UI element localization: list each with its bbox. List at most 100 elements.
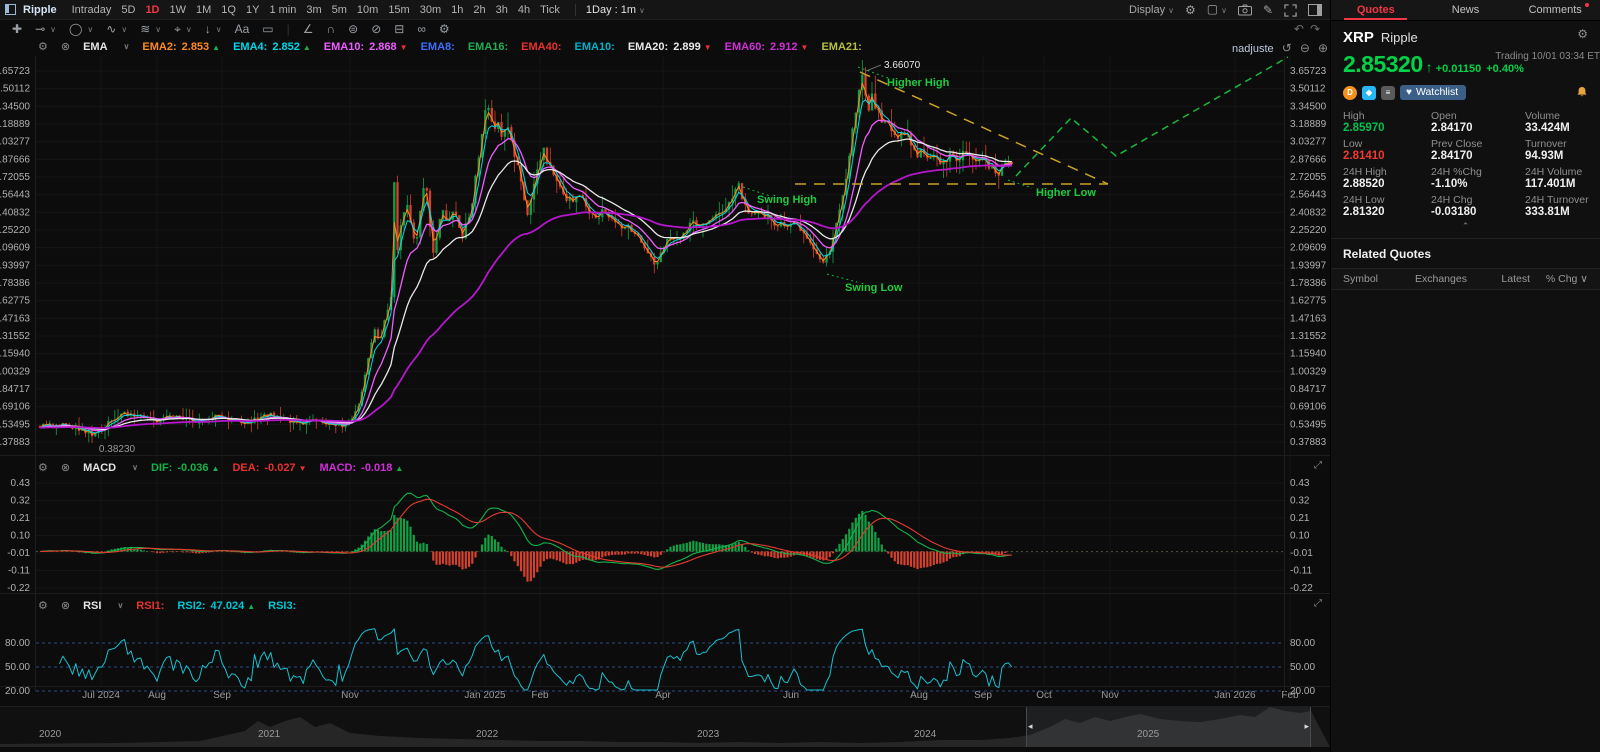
timeframe-1h[interactable]: 1h <box>446 4 468 16</box>
ema-item-value: 2.899 <box>673 41 701 53</box>
timeframe-30m[interactable]: 30m <box>415 4 446 16</box>
macd-value-item: MACD:-0.018▲ <box>319 462 403 474</box>
timeframe-10m[interactable]: 10m <box>352 4 383 16</box>
undo-icon[interactable]: ↶ <box>1294 22 1310 36</box>
stat-value: 33.424M <box>1525 122 1600 135</box>
timeframe-1min[interactable]: 1 min <box>264 4 301 16</box>
month-label: Jul 2024 <box>82 690 120 701</box>
timeframe-1W[interactable]: 1W <box>165 4 192 16</box>
leader-higher-high <box>858 67 888 78</box>
timeframe-Tick[interactable]: Tick <box>535 4 565 16</box>
timeframe-2h[interactable]: 2h <box>468 4 490 16</box>
axis-label: 2.72055 <box>0 172 30 183</box>
rsi-value-item: RSI2:47.024▲ <box>177 600 255 612</box>
ema10-line <box>40 120 1012 430</box>
collapse-stats-chevron[interactable]: ⌃ <box>1343 221 1588 232</box>
axis-label: 1.00329 <box>1290 366 1327 377</box>
stat-value: 117.401M <box>1525 178 1600 191</box>
fullscreen-icon[interactable] <box>1284 4 1297 17</box>
chart-settings-icon[interactable]: ⚙ <box>1185 0 1196 20</box>
ema-name[interactable]: EMA <box>83 41 107 53</box>
stat-cell: Low2.81410 <box>1343 138 1429 163</box>
draw-pencil-icon[interactable]: ✎ <box>1263 0 1273 20</box>
timeline-selection[interactable]: ◂▸ <box>1026 707 1311 747</box>
reset-zoom-icon[interactable]: ↺ <box>1282 41 1292 55</box>
axis-label: 0.10 <box>1290 531 1310 542</box>
layout-icon[interactable]: ▢∨ <box>1207 0 1227 21</box>
text-tool-icon[interactable]: Aa <box>235 22 250 36</box>
screenshot-camera-icon[interactable] <box>1238 4 1252 16</box>
link-icon[interactable]: ∞ <box>417 22 426 36</box>
trendline-icon[interactable]: ⊸∨ <box>35 22 56 36</box>
ema-item-value: 2.853 <box>182 41 210 53</box>
zoom-out-icon[interactable]: ⊖ <box>1300 41 1310 55</box>
macd-name[interactable]: MACD <box>83 462 116 474</box>
ema-close-icon[interactable]: ⊗ <box>61 40 70 53</box>
redo-icon[interactable]: ↷ <box>1310 22 1326 36</box>
macd-settings-icon[interactable]: ⚙ <box>38 461 48 474</box>
macd-expand-icon[interactable]: ⤢ <box>1314 460 1322 471</box>
symbol-name[interactable]: Ripple <box>23 4 57 16</box>
magnet-icon[interactable]: ∩ <box>327 22 336 36</box>
timeframe-3h[interactable]: 3h <box>491 4 513 16</box>
hide-drawings-icon[interactable]: ⊘ <box>371 22 381 36</box>
stat-label: Turnover <box>1525 138 1600 150</box>
notes-badge-icon[interactable]: ≡ <box>1381 86 1395 100</box>
fib-icon[interactable]: ⊜ <box>348 22 358 36</box>
quote-settings-icon[interactable]: ⚙ <box>1577 27 1588 41</box>
trash-icon[interactable]: ⊟ <box>394 22 404 36</box>
polyline-icon[interactable]: ∿∨ <box>106 22 127 36</box>
ema-indicator-header: ⚙⊗EMA∨EMA2:2.853▲EMA4:2.852▲EMA10:2.868▼… <box>38 39 862 54</box>
timeframe-Intraday[interactable]: Intraday <box>67 4 117 16</box>
wave-icon[interactable]: ≋∨ <box>140 22 161 36</box>
watchlist-button[interactable]: ♥Watchlist <box>1400 85 1466 100</box>
rsi-settings-icon[interactable]: ⚙ <box>38 599 48 612</box>
display-menu[interactable]: Display∨ <box>1129 4 1174 16</box>
timeframe-5D[interactable]: 5D <box>116 4 140 16</box>
stat-label: 24H %Chg <box>1431 166 1523 178</box>
app-logo-icon[interactable] <box>5 4 16 15</box>
crosshair-tool-icon[interactable]: ⌖∨ <box>174 22 192 37</box>
rsi-expand-icon[interactable]: ⤢ <box>1314 598 1322 609</box>
tab-quotes[interactable]: Quotes <box>1331 0 1421 20</box>
chart-canvas[interactable]: 3.657233.657233.501123.501123.345003.345… <box>0 0 1330 752</box>
axis-label: 3.50112 <box>1290 84 1326 95</box>
axis-label: 80.00 <box>1290 638 1315 649</box>
shape-icon[interactable]: ◯∨ <box>69 22 93 36</box>
rsi-close-icon[interactable]: ⊗ <box>61 599 70 612</box>
selection-left-handle[interactable]: ◂ <box>1028 721 1033 732</box>
tab-news[interactable]: News <box>1421 0 1511 20</box>
timeframe-combo[interactable]: 1Day : 1m∨ <box>575 4 645 16</box>
axis-label: 1.78386 <box>0 278 30 289</box>
timeframe-5m[interactable]: 5m <box>327 4 352 16</box>
ema-settings-icon[interactable]: ⚙ <box>38 40 48 53</box>
timeline-scrubber[interactable]: ◂▸202020212022202320242025 <box>0 706 1330 746</box>
arrow-marker-icon[interactable]: ↓∨ <box>205 22 222 36</box>
timeframe-1Y[interactable]: 1Y <box>241 4 264 16</box>
move-icon[interactable]: ✚ <box>12 22 22 36</box>
related-col-chg[interactable]: % Chg ∨ <box>1530 273 1588 285</box>
feed-badge-icon[interactable]: ◆ <box>1362 86 1376 100</box>
ema-value-item: EMA8: <box>421 41 455 53</box>
zoom-in-icon[interactable]: ⊕ <box>1318 41 1328 55</box>
macd-close-icon[interactable]: ⊗ <box>61 461 70 474</box>
comment-tool-icon[interactable]: ▭ <box>262 22 273 36</box>
tab-comments[interactable]: Comments <box>1510 0 1600 20</box>
axis-label: 2.40832 <box>0 207 30 218</box>
triangle-down-icon: ▼ <box>801 43 809 52</box>
timeframe-4h[interactable]: 4h <box>513 4 535 16</box>
timeframe-15m[interactable]: 15m <box>383 4 414 16</box>
stat-cell: Volume33.424M <box>1525 110 1600 135</box>
timeframe-1D[interactable]: 1D <box>140 4 164 16</box>
right-panel-icon[interactable] <box>1308 4 1322 16</box>
timeframe-3m[interactable]: 3m <box>301 4 326 16</box>
selection-right-handle[interactable]: ▸ <box>1304 721 1309 732</box>
angle-icon[interactable]: ∠ <box>303 22 314 36</box>
rsi-name[interactable]: RSI <box>83 600 101 612</box>
axis-label: 2.87666 <box>1290 154 1327 165</box>
alert-bell-icon[interactable] <box>1576 86 1588 101</box>
timeframe-1Q[interactable]: 1Q <box>216 4 241 16</box>
tool-settings-icon[interactable]: ⚙ <box>439 22 450 36</box>
timeframe-1M[interactable]: 1M <box>191 4 216 16</box>
adjust-label[interactable]: nadjuste <box>1232 43 1274 55</box>
